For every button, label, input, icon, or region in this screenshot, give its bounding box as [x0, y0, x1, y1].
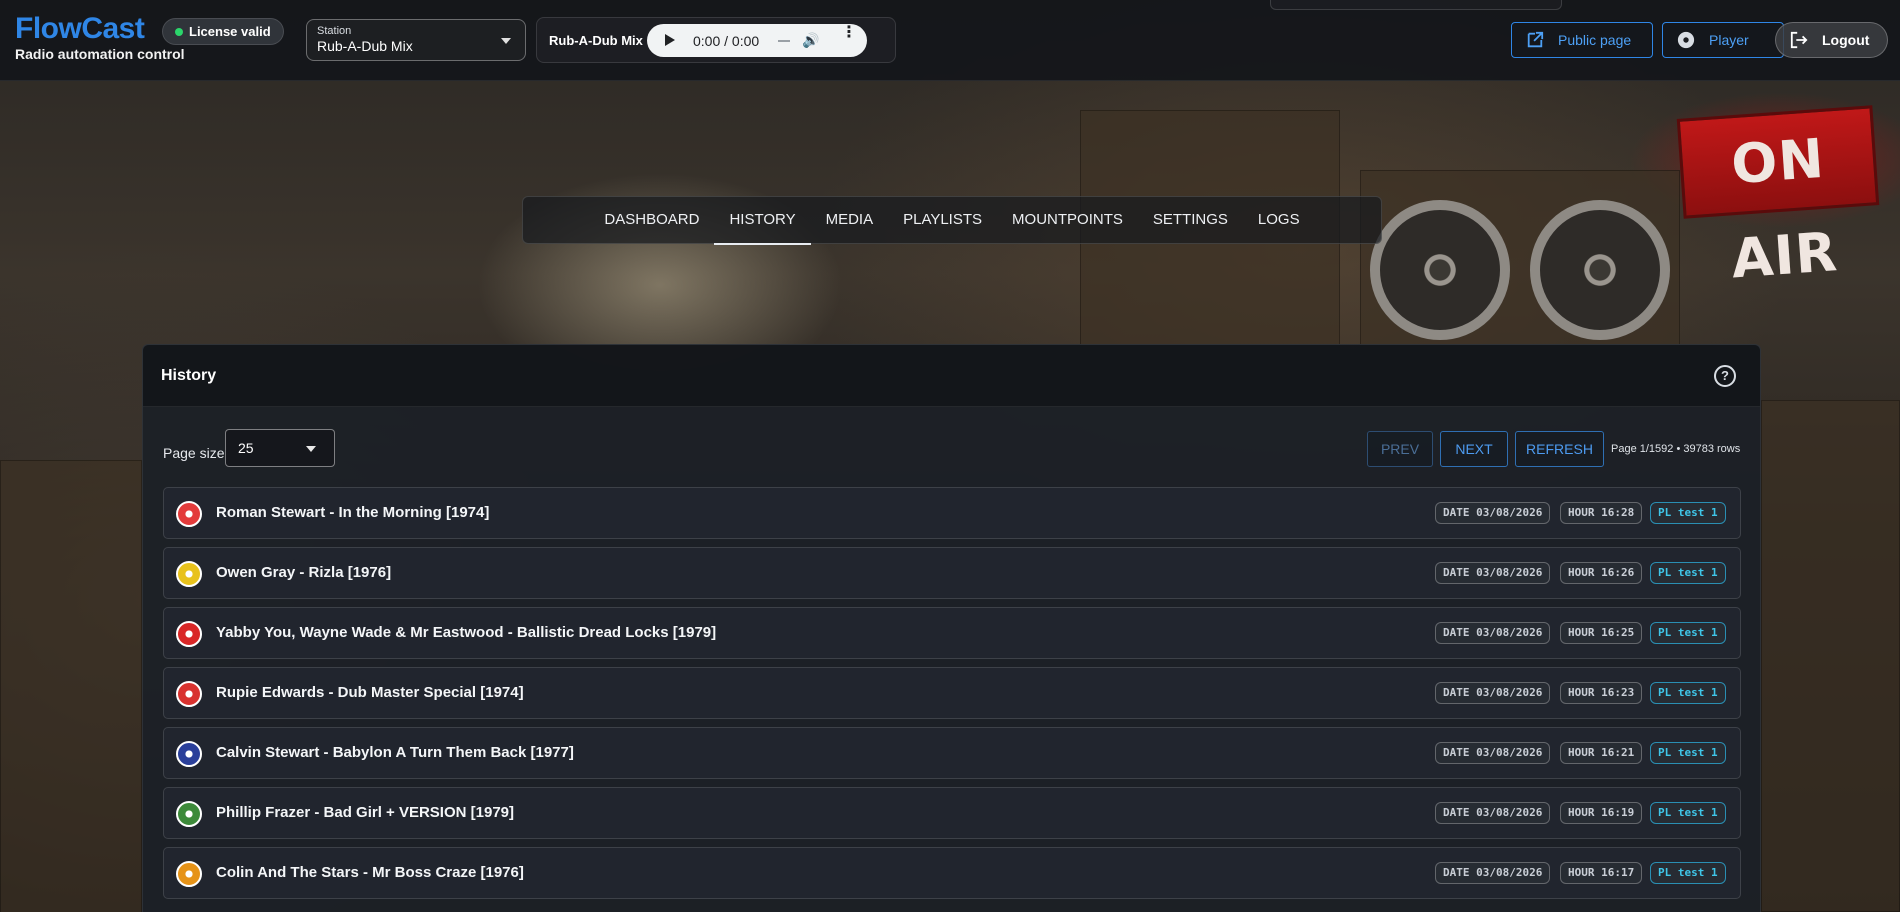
player-button[interactable]: Player: [1662, 22, 1784, 58]
station-select-label: Station: [317, 25, 352, 37]
track-title: Rupie Edwards - Dub Master Special [1974…: [216, 684, 524, 701]
player-title: Rub-A-Dub Mix: [549, 33, 643, 48]
chevron-down-icon: [501, 38, 511, 44]
audio-time: 0:00 / 0:00: [693, 33, 760, 49]
cover-avatar: [176, 561, 202, 587]
history-row[interactable]: Roman Stewart - In the Morning [1974] DAT…: [163, 487, 1741, 539]
history-list: Roman Stewart - In the Morning [1974] DAT…: [163, 487, 1741, 907]
tab-dashboard[interactable]: DASHBOARD: [589, 197, 714, 245]
track-title: Phillip Frazer - Bad Girl + VERSION [197…: [216, 804, 515, 821]
playlist-chip: PL test 1: [1650, 682, 1726, 704]
history-row[interactable]: Calvin Stewart - Babylon A Turn Them Bac…: [163, 727, 1741, 779]
date-chip: DATE 03/08/2026: [1435, 802, 1551, 824]
tape-reel-left: [1370, 200, 1510, 340]
playlist-chip: PL test 1: [1650, 562, 1726, 584]
history-panel: History ? Page size 25 PREV NEXT REFRESH…: [142, 344, 1761, 912]
page-size-value: 25: [238, 440, 254, 456]
tab-history[interactable]: HISTORY: [714, 197, 811, 245]
player-label: Player: [1709, 32, 1749, 48]
main-nav: DASHBOARD HISTORY MEDIA PLAYLISTS MOUNTPOINT…: [522, 196, 1382, 245]
date-chip: DATE 03/08/2026: [1435, 682, 1551, 704]
nav-tabs: DASHBOARD HISTORY MEDIA PLAYLISTS MOUNTPOINT…: [589, 197, 1314, 245]
license-badge: License valid: [162, 18, 284, 45]
tab-settings[interactable]: SETTINGS: [1138, 197, 1243, 245]
prev-button[interactable]: PREV: [1367, 431, 1433, 467]
volume-icon[interactable]: 🔊: [802, 32, 819, 49]
brand-name: FlowCast: [15, 12, 145, 45]
history-row[interactable]: Rupie Edwards - Dub Master Special [1974…: [163, 667, 1741, 719]
license-label: License valid: [189, 24, 271, 39]
public-page-label: Public page: [1558, 32, 1632, 48]
date-chip: DATE 03/08/2026: [1435, 502, 1551, 524]
brand-subtitle: Radio automation control: [15, 46, 185, 62]
date-chip: DATE 03/08/2026: [1435, 862, 1551, 884]
date-chip: DATE 03/08/2026: [1435, 622, 1551, 644]
station-select[interactable]: Station Rub-A-Dub Mix: [306, 19, 526, 61]
track-title: Owen Gray - Rizla [1976]: [216, 564, 392, 581]
cover-avatar: [176, 741, 202, 767]
mini-player: Rub-A-Dub Mix 0:00 / 0:00 🔊 ⋮: [536, 17, 896, 63]
tab-mountpoints[interactable]: MOUNTPOINTS: [997, 197, 1138, 245]
hour-chip: HOUR 16:23: [1560, 682, 1643, 704]
history-row[interactable]: Colin And The Stars - Mr Boss Craze [197…: [163, 847, 1741, 899]
mixing-console: [0, 460, 142, 912]
more-options-icon[interactable]: ⋮: [841, 25, 857, 41]
audio-control: 0:00 / 0:00 🔊 ⋮: [647, 24, 867, 57]
external-link-icon: [1527, 31, 1544, 48]
playlist-chip: PL test 1: [1650, 622, 1726, 644]
date-chip: DATE 03/08/2026: [1435, 562, 1551, 584]
hour-chip: HOUR 16:19: [1560, 802, 1643, 824]
playlist-chip: PL test 1: [1650, 802, 1726, 824]
license-status-dot: [175, 28, 183, 36]
panel-title: History: [161, 367, 217, 384]
playlist-chip: PL test 1: [1650, 502, 1726, 524]
tab-playlists[interactable]: PLAYLISTS: [888, 197, 997, 245]
page-info: Page 1/1592 • 39783 rows: [1611, 443, 1741, 455]
cover-avatar: [176, 681, 202, 707]
chevron-down-icon: [306, 446, 316, 452]
playlist-chip: PL test 1: [1650, 742, 1726, 764]
next-button[interactable]: NEXT: [1440, 431, 1508, 467]
page-size-select[interactable]: 25: [225, 429, 335, 467]
on-air-sign: ON AIR: [1676, 105, 1880, 290]
logout-icon: [1790, 31, 1808, 49]
play-icon[interactable]: [665, 34, 675, 46]
cover-avatar: [176, 801, 202, 827]
help-icon[interactable]: ?: [1714, 365, 1736, 387]
pager-toolbar: Page size 25 PREV NEXT REFRESH Page 1/15…: [143, 407, 1760, 487]
track-title: Yabby You, Wayne Wade & Mr Eastwood - Ba…: [216, 624, 717, 641]
refresh-button[interactable]: REFRESH: [1515, 431, 1604, 467]
history-row[interactable]: Owen Gray - Rizla [1976] DATE 03/08/2026 H…: [163, 547, 1741, 599]
cover-avatar: [176, 501, 202, 527]
station-select-value: Rub-A-Dub Mix: [317, 38, 413, 54]
tab-media[interactable]: MEDIA: [811, 197, 889, 245]
date-chip: DATE 03/08/2026: [1435, 742, 1551, 764]
audio-progress-bar[interactable]: [778, 40, 790, 42]
hour-chip: HOUR 16:28: [1560, 502, 1643, 524]
public-page-button[interactable]: Public page: [1511, 22, 1653, 58]
page-size-label: Page size: [163, 445, 225, 461]
tape-reel-right: [1530, 200, 1670, 340]
hour-chip: HOUR 16:25: [1560, 622, 1643, 644]
track-title: Roman Stewart - In the Morning [1974]: [216, 504, 490, 521]
history-row[interactable]: Phillip Frazer - Bad Girl + VERSION [197…: [163, 787, 1741, 839]
logout-label: Logout: [1822, 32, 1870, 48]
brand: FlowCast Radio automation control: [15, 12, 185, 63]
tab-logs[interactable]: LOGS: [1243, 197, 1315, 245]
top-dropdown-edge: [1270, 0, 1562, 10]
side-shelf: [1761, 400, 1900, 912]
track-title: Colin And The Stars - Mr Boss Craze [197…: [216, 864, 524, 881]
hour-chip: HOUR 16:21: [1560, 742, 1643, 764]
top-bar: FlowCast Radio automation control Licens…: [0, 0, 1900, 81]
cover-avatar: [176, 621, 202, 647]
hour-chip: HOUR 16:17: [1560, 862, 1643, 884]
hour-chip: HOUR 16:26: [1560, 562, 1643, 584]
history-row[interactable]: Yabby You, Wayne Wade & Mr Eastwood - Ba…: [163, 607, 1741, 659]
track-title: Calvin Stewart - Babylon A Turn Them Bac…: [216, 744, 574, 761]
logout-button[interactable]: Logout: [1775, 22, 1888, 58]
disc-icon: [1677, 31, 1695, 49]
playlist-chip: PL test 1: [1650, 862, 1726, 884]
cover-avatar: [176, 861, 202, 887]
panel-header: History ?: [143, 345, 1760, 407]
